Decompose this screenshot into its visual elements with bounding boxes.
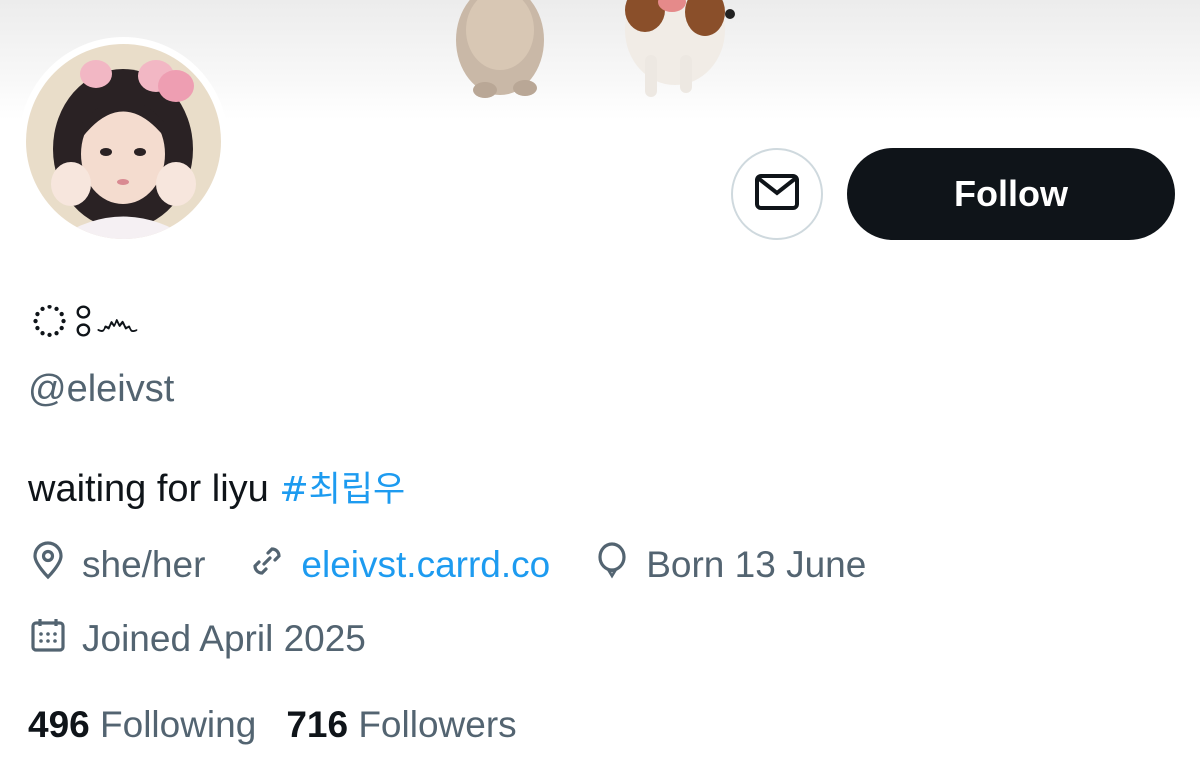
location-pin-icon [28, 540, 82, 590]
bio: waiting for liyu #최립우 [28, 465, 405, 514]
followers-stat[interactable]: 716 Followers [286, 704, 516, 746]
avatar[interactable] [26, 44, 221, 239]
followers-label: Followers [358, 704, 517, 745]
website-item: eleivst.carrd.co [247, 541, 550, 590]
website-link[interactable]: eleivst.carrd.co [301, 544, 550, 586]
following-stat[interactable]: 496 Following [28, 704, 256, 746]
bio-hashtag-link[interactable]: #최립우 [279, 470, 405, 510]
birthday-item: Born 13 June [592, 541, 866, 590]
joined-text: Joined April 2025 [82, 618, 366, 659]
follow-button[interactable]: Follow [847, 148, 1175, 240]
pronouns-text: she/her [82, 544, 206, 585]
message-button[interactable] [731, 148, 823, 240]
balloon-icon [592, 541, 646, 590]
joined-row: Joined April 2025 [28, 614, 408, 664]
display-name: ঃ෴ [28, 293, 140, 347]
birthday-text: Born 13 June [646, 544, 867, 585]
profile-meta-row: she/her eleivst.carrd.co Born 13 June [28, 540, 908, 590]
joined-item: Joined April 2025 [28, 615, 366, 664]
follow-stats: 496 Following 716 Followers [28, 700, 547, 750]
pronouns-item: she/her [28, 540, 206, 590]
following-count: 496 [28, 704, 90, 745]
link-icon [247, 541, 301, 590]
bio-text: waiting for liyu [28, 468, 280, 510]
handle: @eleivst [28, 368, 175, 410]
banner-image [456, 0, 735, 98]
calendar-icon [28, 615, 82, 664]
envelope-icon [754, 173, 800, 216]
followers-count: 716 [286, 704, 349, 745]
following-label: Following [100, 704, 257, 745]
